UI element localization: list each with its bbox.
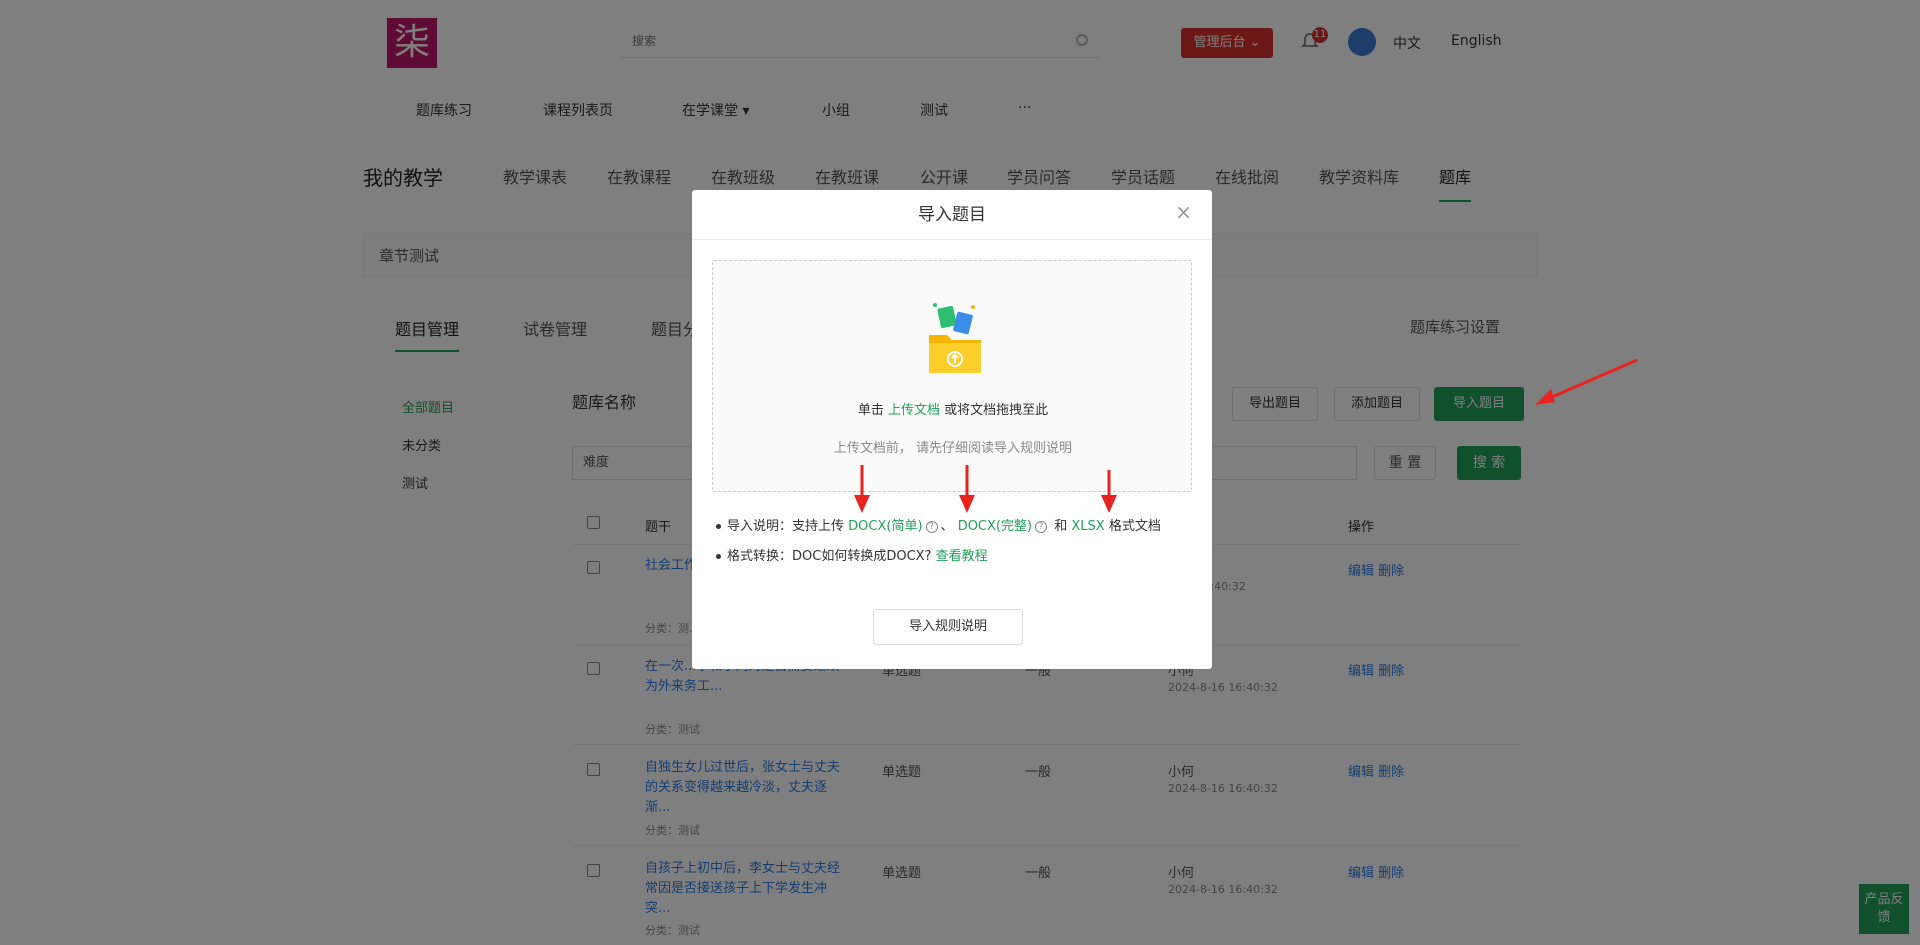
conversion-note: 格式转换：DOC如何转换成DOCX? 查看教程 [716, 545, 988, 564]
help-icon[interactable]: ? [925, 520, 938, 533]
and-text: 和 [1054, 519, 1068, 534]
help-icon[interactable]: ? [1035, 520, 1048, 533]
docx-full-link[interactable]: DOCX(完整) [958, 519, 1032, 534]
upload-suffix: 或将文档拖拽至此 [944, 403, 1049, 418]
import-rules-button[interactable]: 导入规则说明 [873, 609, 1023, 645]
folder-upload-icon [929, 303, 981, 373]
upload-hint: 单击 上传文档 或将文档拖拽至此 [713, 399, 1193, 418]
note1-suffix: 格式文档 [1108, 519, 1161, 534]
view-tutorial-link[interactable]: 查看教程 [936, 549, 988, 564]
upload-prefix: 单击 [857, 403, 884, 418]
bullet-icon [716, 554, 721, 559]
annotation-arrow-icon [959, 465, 975, 513]
upload-dropzone[interactable]: 单击 上传文档 或将文档拖拽至此 上传文档前， 请先仔细阅读导入规则说明 [712, 260, 1192, 492]
bullet-icon [716, 524, 721, 529]
upload-document-link[interactable]: 上传文档 [888, 403, 940, 418]
xlsx-link[interactable]: XLSX [1071, 519, 1104, 534]
modal-title: 导入题目 [692, 190, 1212, 240]
annotation-arrow-icon [854, 465, 870, 513]
note1-prefix: 导入说明：支持上传 [727, 519, 845, 534]
note2-prefix: 格式转换：DOC如何转换成DOCX? [727, 549, 932, 564]
annotation-arrow-icon [1101, 470, 1117, 513]
close-icon[interactable]: × [1175, 200, 1192, 224]
annotation-arrow-icon [1535, 358, 1638, 405]
import-modal: 导入题目 × 单击 上传文档 或将文档拖拽至此 上传文档前， 请先仔细阅读导入规… [692, 190, 1212, 669]
separator: 、 [940, 519, 954, 534]
docx-simple-link[interactable]: DOCX(简单) [848, 519, 922, 534]
pre-upload-tip: 上传文档前， 请先仔细阅读导入规则说明 [833, 441, 1073, 456]
import-note: 导入说明：支持上传 DOCX(简单)?、 DOCX(完整)? 和 XLSX 格式… [716, 515, 1161, 534]
